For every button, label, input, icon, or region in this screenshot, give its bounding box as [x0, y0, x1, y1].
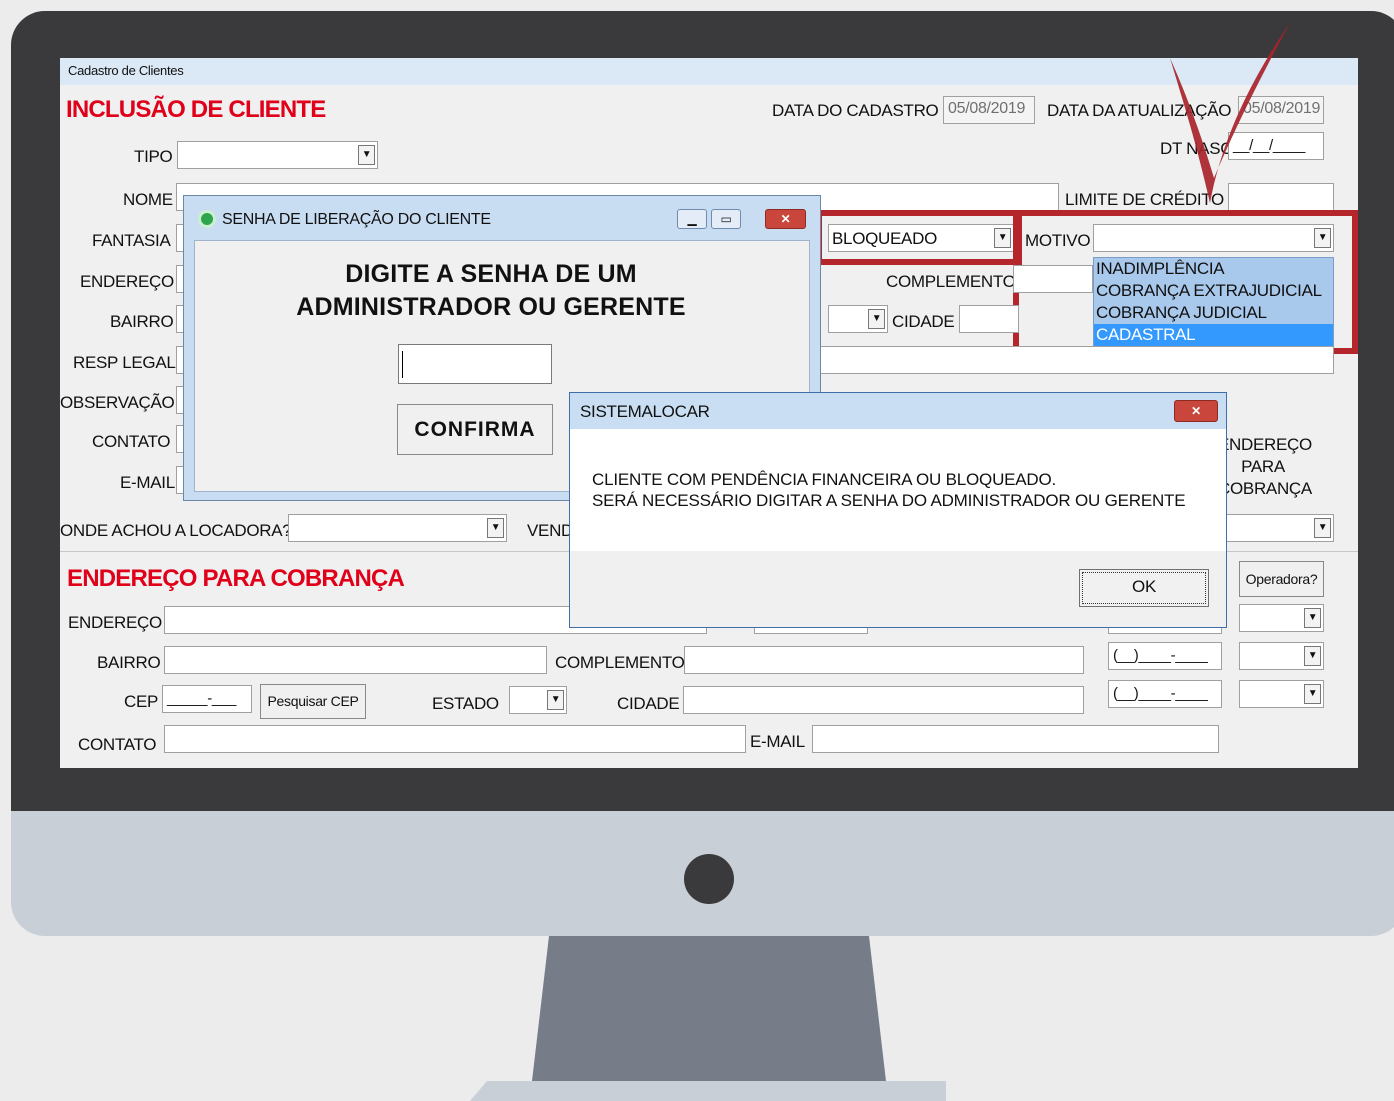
- billing-complemento-field[interactable]: [684, 646, 1084, 674]
- complemento-field[interactable]: [1013, 265, 1093, 293]
- billing-bairro-label: BAIRRO: [97, 653, 161, 672]
- chevron-down-icon: ▼: [1304, 684, 1321, 704]
- billing-endereco-label: ENDEREÇO: [68, 613, 162, 632]
- resp-legal-label: RESP LEGAL: [73, 353, 176, 372]
- password-message-line1: DIGITE A SENHA DE UM: [345, 260, 637, 288]
- chevron-down-icon: ▼: [1304, 646, 1321, 666]
- monitor-logo-dot: [684, 854, 734, 904]
- billing-phone-type-2[interactable]: ▼: [1239, 642, 1324, 670]
- minimize-icon[interactable]: ▁: [677, 209, 707, 229]
- billing-complemento-label: COMPLEMENTO: [555, 653, 685, 672]
- operadora-button[interactable]: Operadora?: [1239, 561, 1324, 597]
- chevron-down-icon: ▼: [868, 309, 885, 329]
- fantasia-label: FANTASIA: [92, 231, 171, 250]
- billing-email-field[interactable]: [812, 725, 1219, 753]
- cidade-label: CIDADE: [892, 312, 955, 331]
- billing-heading: ENDEREÇO PARA COBRANÇA: [67, 565, 405, 592]
- tipo-select[interactable]: ▼: [177, 141, 378, 169]
- chevron-down-icon: ▼: [358, 145, 375, 165]
- chevron-down-icon: ▼: [547, 690, 564, 710]
- onde-achou-label: ONDE ACHOU A LOCADORA?: [60, 521, 292, 540]
- onde-achou-select[interactable]: ▼: [288, 514, 507, 542]
- vendedor-select[interactable]: ▼: [1225, 514, 1334, 542]
- app-icon: [198, 210, 216, 228]
- observacao-label: OBSERVAÇÃO: [60, 393, 175, 412]
- estado-select[interactable]: ▼: [828, 305, 888, 333]
- alert-dialog: SISTEMALOCAR ✕ CLIENTE COM PENDÊNCIA FIN…: [569, 392, 1227, 628]
- billing-phone-type-1[interactable]: ▼: [1239, 604, 1324, 632]
- billing-cep-field[interactable]: _____-___: [162, 685, 252, 713]
- tipo-label: TIPO: [134, 147, 173, 166]
- alert-line2: SERÁ NECESSÁRIO DIGITAR A SENHA DO ADMIN…: [592, 491, 1186, 510]
- billing-bairro-field[interactable]: [164, 646, 547, 674]
- cidade-field[interactable]: [959, 305, 1019, 333]
- pesquisar-cep-button[interactable]: Pesquisar CEP: [260, 684, 366, 719]
- checkmark-icon: [1170, 23, 1290, 203]
- page-title: INCLUSÃO DE CLIENTE: [66, 96, 326, 123]
- billing-contato-label: CONTATO: [78, 735, 157, 754]
- close-icon[interactable]: ✕: [1174, 400, 1218, 422]
- billing-estado-label: ESTADO: [432, 694, 499, 713]
- data-cadastro-label: DATA DO CADASTRO: [772, 101, 939, 120]
- alert-line1: CLIENTE COM PENDÊNCIA FINANCEIRA OU BLOQ…: [592, 470, 1057, 489]
- chevron-down-icon: ▼: [487, 518, 504, 538]
- billing-phone-3[interactable]: (__)____-____: [1108, 680, 1222, 708]
- status-highlight-box: [816, 210, 1022, 265]
- billing-cep-label: CEP: [124, 692, 159, 711]
- password-dialog-title: SENHA DE LIBERAÇÃO DO CLIENTE: [222, 211, 491, 228]
- billing-phone-type-3[interactable]: ▼: [1239, 680, 1324, 708]
- billing-phone-2[interactable]: (__)____-____: [1108, 642, 1222, 670]
- data-cadastro-field[interactable]: 05/08/2019: [943, 96, 1035, 124]
- alert-dialog-footer: OK: [570, 551, 1226, 627]
- endereco-para-cobranca-checkbox-label[interactable]: ENDEREÇO PARA COBRANÇA: [1218, 434, 1312, 500]
- vendedor-label: VEND: [527, 521, 574, 540]
- chevron-down-icon: ▼: [1304, 608, 1321, 628]
- maximize-icon[interactable]: ▭: [711, 209, 741, 229]
- monitor-stand: [470, 936, 946, 1101]
- confirma-button[interactable]: CONFIRMA: [397, 404, 553, 455]
- endereco-label: ENDEREÇO: [80, 272, 174, 291]
- billing-contato-field[interactable]: [164, 725, 746, 753]
- password-message-line2: ADMINISTRADOR OU GERENTE: [296, 293, 686, 321]
- chevron-down-icon: ▼: [1314, 518, 1331, 538]
- email-label: E-MAIL: [120, 473, 175, 492]
- ok-button[interactable]: OK: [1079, 569, 1209, 607]
- alert-dialog-title: SISTEMALOCAR: [580, 402, 710, 421]
- billing-cidade-label: CIDADE: [617, 694, 680, 713]
- password-input[interactable]: [398, 344, 552, 384]
- billing-cidade-field[interactable]: [683, 686, 1084, 714]
- billing-estado-select[interactable]: ▼: [509, 686, 567, 714]
- contato-label: CONTATO: [92, 432, 171, 451]
- billing-email-label: E-MAIL: [750, 732, 805, 751]
- complemento-label: COMPLEMENTO: [886, 272, 1016, 291]
- nome-label: NOME: [123, 190, 173, 209]
- bairro-label: BAIRRO: [110, 312, 174, 331]
- close-icon[interactable]: ✕: [765, 209, 806, 229]
- alert-dialog-titlebar: SISTEMALOCAR: [570, 393, 1226, 429]
